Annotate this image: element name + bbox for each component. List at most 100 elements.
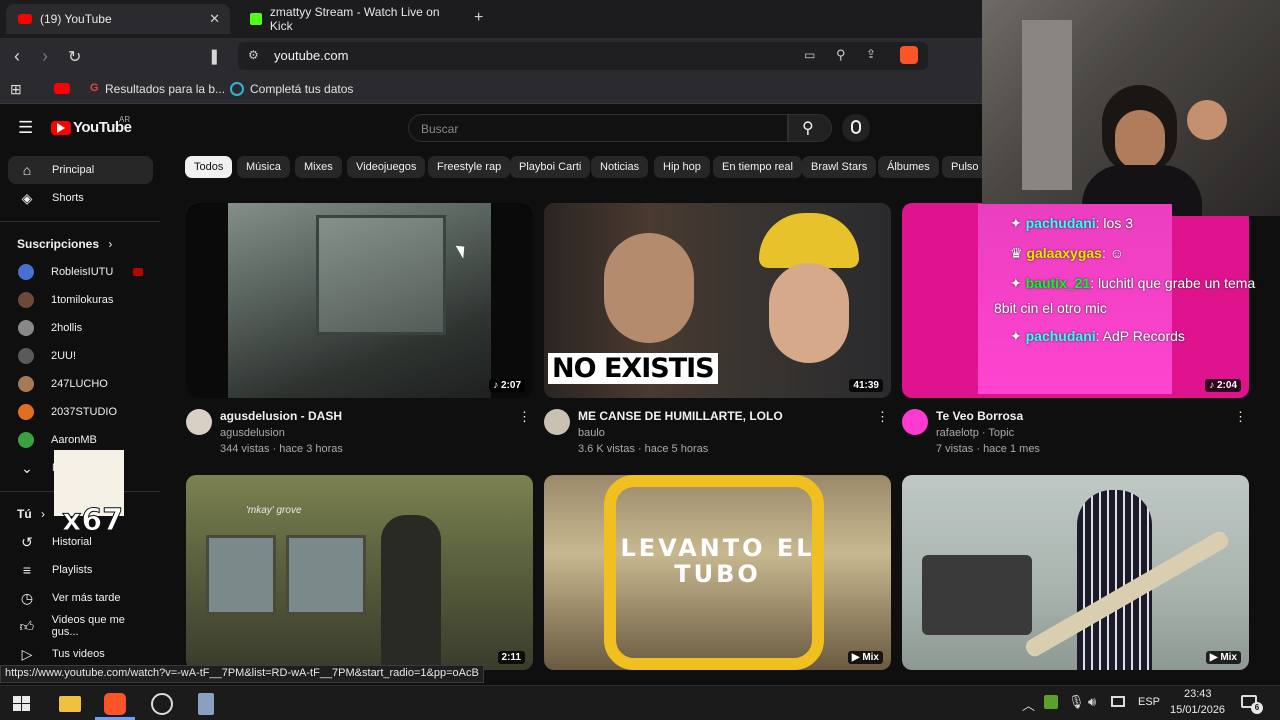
app-icon[interactable]: [198, 693, 214, 715]
sidebar-item-playlists[interactable]: ≡ Playlists: [8, 556, 153, 584]
tab-title: (19) YouTube: [40, 12, 112, 26]
chip-musica[interactable]: Música: [237, 156, 290, 178]
search-button[interactable]: ⚲: [788, 114, 832, 142]
forward-icon[interactable]: ›: [42, 46, 48, 67]
video-card[interactable]: NO EXISTIS 41:39 ME CANSE DE HUMILLARTE,…: [544, 203, 891, 458]
sidebar-item-shorts[interactable]: ◈ Shorts: [8, 184, 153, 212]
channel-name[interactable]: baulo: [578, 427, 605, 439]
tab-youtube[interactable]: (19) YouTube ✕: [6, 4, 230, 34]
chip-albumes[interactable]: Álbumes: [878, 156, 939, 178]
link-status-bar: https://www.youtube.com/watch?v=-wA-tF__…: [0, 665, 484, 683]
brave-browser-icon[interactable]: [104, 693, 126, 715]
sidebar: ⌂ Principal ◈ Shorts Suscripciones › Rob…: [0, 151, 165, 685]
search-placeholder: Buscar: [421, 122, 459, 136]
youtube-bookmark-icon[interactable]: [54, 83, 70, 94]
you-header[interactable]: Tú ›: [17, 507, 45, 521]
close-tab-icon[interactable]: ✕: [209, 11, 220, 27]
sidebar-item-label: Ver más tarde: [52, 592, 121, 604]
chip-videojuegos[interactable]: Videojuegos: [347, 156, 426, 178]
video-card[interactable]: ♪ 2:07 agusdelusion - DASH agusdelusion …: [186, 203, 533, 458]
zoom-icon[interactable]: ⚲: [836, 47, 846, 63]
language-indicator[interactable]: ESP: [1138, 696, 1160, 708]
sidebar-sub-2hollis[interactable]: 2hollis: [8, 314, 153, 342]
site-settings-icon[interactable]: ⚙: [248, 48, 259, 62]
person-figure: [381, 515, 441, 670]
sidebar-item-principal[interactable]: ⌂ Principal: [8, 156, 153, 184]
voice-search-button[interactable]: [842, 114, 870, 142]
channel-avatar[interactable]: [544, 409, 570, 435]
channel-name[interactable]: agusdelusion: [220, 427, 285, 439]
video-title[interactable]: Te Veo Borrosa: [936, 409, 1023, 423]
video-title[interactable]: ME CANSE DE HUMILLARTE, LOLO: [578, 409, 783, 423]
cast-icon[interactable]: ▭: [804, 48, 815, 62]
chat-message: ✦ bautix_21: luchitl que grabe un tema: [1010, 275, 1256, 291]
video-thumbnail[interactable]: NO EXISTIS 41:39: [544, 203, 891, 398]
region-code: AR: [119, 115, 131, 124]
chip-pulso[interactable]: Pulso: [942, 156, 988, 178]
volume-icon[interactable]: 🔊︎: [1088, 694, 1096, 710]
sidebar-item-label: AaronMB: [51, 434, 97, 446]
subscriptions-header[interactable]: Suscripciones ›: [17, 237, 112, 251]
chip-brawl-stars[interactable]: Brawl Stars: [802, 156, 877, 178]
video-card[interactable]: LEVANTO EL TUBO ▶ Mix: [544, 475, 891, 670]
video-card[interactable]: ▶ Mix: [902, 475, 1249, 670]
chat-badge-icon: ♛: [1010, 245, 1027, 261]
kick-favicon-icon: [250, 13, 262, 25]
clock-time[interactable]: 23:43: [1184, 688, 1212, 700]
bookmark-completa[interactable]: Completá tus datos: [250, 82, 353, 96]
sidebar-item-tus-videos[interactable]: ▷ Tus videos: [8, 640, 153, 668]
more-actions-icon[interactable]: ⋮: [876, 409, 889, 425]
sidebar-sub-247lucho[interactable]: 247LUCHO: [8, 370, 153, 398]
chip-noticias[interactable]: Noticias: [591, 156, 649, 178]
windows-start-icon[interactable]: [11, 693, 33, 715]
reload-icon[interactable]: ↻: [68, 47, 81, 67]
tray-app-icon[interactable]: [1044, 695, 1058, 709]
channel-name[interactable]: rafaelotp · Topic: [936, 427, 1014, 439]
sidebar-sub-2037studio[interactable]: 2037STUDIO: [8, 398, 153, 426]
video-card[interactable]: 'mkay' grove 2:11: [186, 475, 533, 670]
new-tab-icon[interactable]: +: [474, 9, 483, 27]
streamer-face: [1115, 110, 1165, 170]
video-thumbnail[interactable]: ▶ Mix: [902, 475, 1249, 670]
menu-icon[interactable]: ☰: [18, 118, 33, 138]
chip-playboi-carti[interactable]: Playboi Carti: [510, 156, 591, 178]
channel-avatar[interactable]: [902, 409, 928, 435]
sidebar-sub-2uu[interactable]: 2UU!: [8, 342, 153, 370]
sidebar-item-ver-mas-tarde[interactable]: ◷ Ver más tarde: [8, 584, 153, 612]
obs-icon[interactable]: [151, 693, 173, 715]
share-icon[interactable]: ⇪: [866, 47, 876, 61]
video-title[interactable]: agusdelusion - DASH: [220, 409, 342, 423]
tab-kick[interactable]: zmattyy Stream - Watch Live on Kick: [238, 4, 464, 34]
chip-mixes[interactable]: Mixes: [295, 156, 342, 178]
file-explorer-icon[interactable]: [59, 696, 81, 712]
chip-hip-hop[interactable]: Hip hop: [654, 156, 710, 178]
bookmark-resultados[interactable]: Resultados para la b...: [105, 82, 225, 96]
streamer-hand: [1187, 100, 1227, 140]
sidebar-item-liked-videos[interactable]: 👍︎ Videos que me gus...: [8, 612, 153, 640]
sidebar-sub-robleisiutu[interactable]: RobleisIUTU: [8, 258, 153, 286]
more-actions-icon[interactable]: ⋮: [1234, 409, 1247, 425]
address-field[interactable]: ⚙ youtube.com ▭ ⚲ ⇪: [238, 42, 928, 70]
thumbnail-overlay-text: 'mkay' grove: [246, 505, 302, 516]
more-actions-icon[interactable]: ⋮: [518, 409, 531, 425]
video-thumbnail[interactable]: ♪ 2:07: [186, 203, 533, 398]
brave-shields-icon[interactable]: [900, 46, 918, 64]
channel-avatar[interactable]: [186, 409, 212, 435]
search-input[interactable]: Buscar: [408, 114, 788, 142]
youtube-favicon-icon: [18, 14, 32, 24]
bookmark-icon[interactable]: ❚: [208, 47, 221, 65]
video-thumbnail[interactable]: LEVANTO EL TUBO ▶ Mix: [544, 475, 891, 670]
back-icon[interactable]: ‹: [14, 46, 20, 67]
chip-en-tiempo-real[interactable]: En tiempo real: [713, 156, 802, 178]
sidebar-sub-1tomilokuras[interactable]: 1tomilokuras: [8, 286, 153, 314]
chip-freestyle-rap[interactable]: Freestyle rap: [428, 156, 511, 178]
video-thumbnail[interactable]: 'mkay' grove 2:11: [186, 475, 533, 670]
apps-grid-icon[interactable]: ⊞: [10, 81, 22, 98]
tray-chevron-icon[interactable]: ︿: [1022, 695, 1035, 714]
chip-todos[interactable]: Todos: [185, 156, 233, 178]
clock-date[interactable]: 15/01/2026: [1170, 704, 1225, 716]
network-icon[interactable]: [1111, 696, 1125, 707]
person-left: [604, 233, 694, 343]
stream-badge-text: x67: [61, 503, 124, 539]
microphone-icon[interactable]: 🎙︎: [1068, 694, 1085, 710]
